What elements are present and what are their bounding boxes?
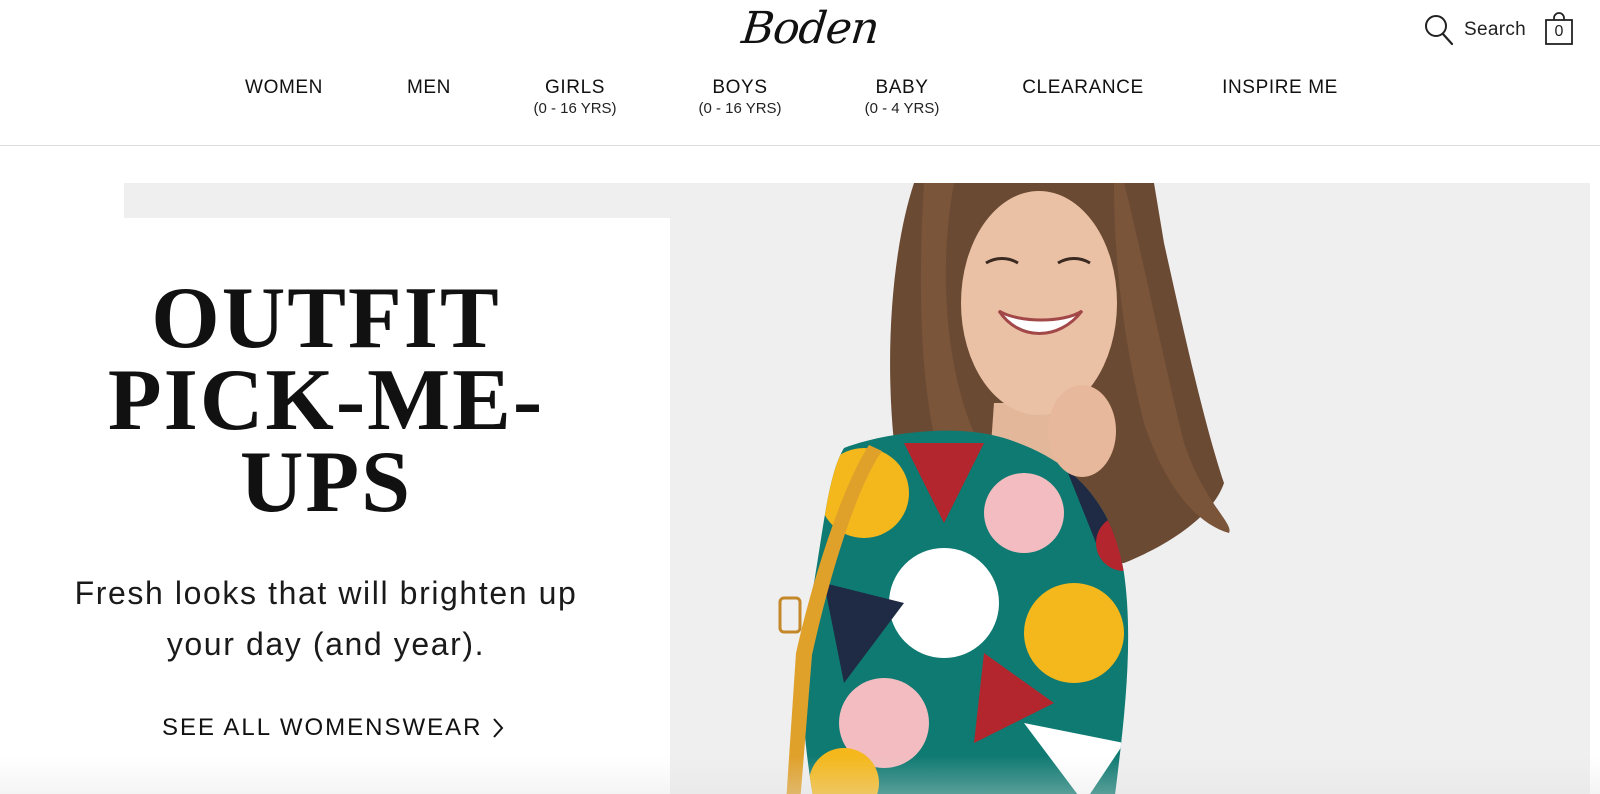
nav-item-girls[interactable]: GIRLS (0 - 16 YRS) (533, 76, 616, 118)
site-header: Boden Search 0 WOMEN MEN GIRLS (0 - 16 Y… (0, 0, 1600, 146)
main-nav: WOMEN MEN GIRLS (0 - 16 YRS) BOYS (0 - 1… (0, 76, 1600, 126)
nav-item-boys[interactable]: BOYS (0 - 16 YRS) (698, 76, 781, 118)
search-label: Search (1464, 19, 1527, 40)
brand-logo[interactable]: Boden (739, 3, 881, 54)
nav-label: GIRLS (544, 77, 606, 98)
bag-count: 0 (1554, 23, 1564, 40)
search-button[interactable]: Search (1424, 14, 1526, 46)
see-all-womenswear-link[interactable]: SEE ALL WOMENSWEAR (162, 714, 505, 742)
nav-item-women[interactable]: WOMEN (245, 76, 323, 100)
nav-item-baby[interactable]: BABY (0 - 4 YRS) (865, 76, 940, 118)
nav-label: BABY (875, 77, 929, 98)
nav-label: MEN (406, 77, 452, 98)
search-icon (1425, 15, 1454, 46)
nav-item-men[interactable]: MEN (407, 76, 451, 100)
nav-label: WOMEN (245, 77, 323, 98)
nav-label: BOYS (712, 77, 768, 98)
cta-label: SEE ALL WOMENSWEAR (162, 714, 483, 741)
nav-label: INSPIRE ME (1222, 77, 1338, 98)
nav-item-inspire-me[interactable]: INSPIRE ME (1222, 76, 1338, 100)
nav-age-range: (0 - 16 YRS) (533, 100, 617, 117)
nav-label: CLEARANCE (1022, 77, 1144, 98)
nav-age-range: (0 - 16 YRS) (698, 100, 782, 117)
chevron-right-icon (492, 718, 503, 738)
nav-item-clearance[interactable]: CLEARANCE (1022, 76, 1144, 100)
hero-subtext: Fresh looks that will brighten up your d… (74, 575, 578, 662)
hero-headline: OUTFIT PICK-ME- UPS (107, 270, 545, 531)
nav-age-range: (0 - 4 YRS) (864, 100, 940, 117)
shopping-bag-button[interactable]: 0 (1544, 12, 1574, 46)
